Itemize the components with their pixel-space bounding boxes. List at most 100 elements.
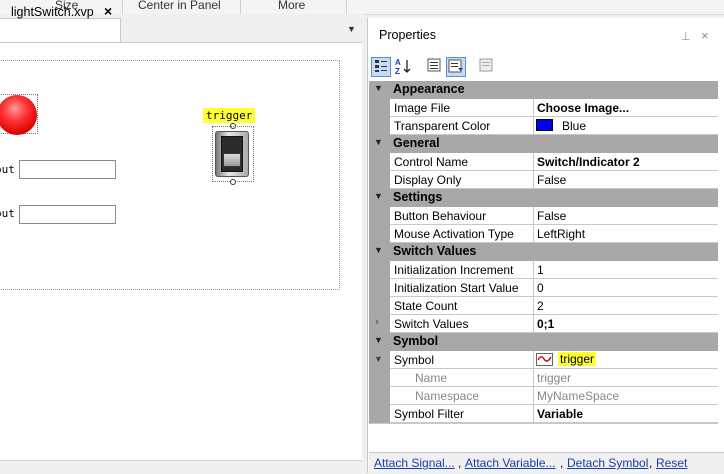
property-row-symbol-namespace[interactable]: Namespace MyNameSpace xyxy=(369,387,718,405)
document-bottom-bar xyxy=(0,460,362,474)
property-value[interactable]: LeftRight xyxy=(534,225,718,243)
link-separator: , xyxy=(560,456,564,470)
row-gutter xyxy=(369,369,390,387)
category-appearance[interactable]: ▼ Appearance xyxy=(369,81,718,99)
property-row-button-behaviour[interactable]: Button Behaviour False xyxy=(369,207,718,225)
property-row-initialization-increment[interactable]: Initialization Increment 1 xyxy=(369,261,718,279)
categorized-icon[interactable] xyxy=(371,57,391,77)
row-gutter xyxy=(369,261,390,279)
row-gutter xyxy=(369,297,390,315)
property-row-transparent-color[interactable]: Transparent Color Blue xyxy=(369,117,718,135)
reset-link[interactable]: Reset xyxy=(656,456,687,470)
property-value[interactable]: False xyxy=(534,171,718,189)
property-value[interactable]: MyNameSpace xyxy=(534,387,718,405)
category-switch-values[interactable]: ▼ Switch Values xyxy=(369,243,718,261)
row-gutter xyxy=(369,387,390,405)
row-gutter xyxy=(369,171,390,189)
property-value[interactable]: trigger xyxy=(534,351,718,369)
row-gutter: › xyxy=(369,315,390,333)
detach-symbol-link[interactable]: Detach Symbol xyxy=(567,456,648,470)
property-name: Initialization Increment xyxy=(390,261,534,279)
collapse-icon[interactable]: ▼ xyxy=(374,335,383,345)
svg-text:Z: Z xyxy=(395,67,400,75)
description-area xyxy=(369,423,718,448)
collapse-icon[interactable]: ▼ xyxy=(374,191,383,201)
document-tab[interactable] xyxy=(0,18,121,42)
collapse-icon[interactable]: ▼ xyxy=(374,83,383,93)
alphabetical-icon[interactable]: AZ xyxy=(393,57,413,77)
property-row-symbol-filter[interactable]: Symbol Filter Variable xyxy=(369,405,718,423)
property-row-switch-values[interactable]: › Switch Values 0;1 xyxy=(369,315,718,333)
row-gutter xyxy=(369,225,390,243)
row-gutter xyxy=(369,153,390,171)
link-separator: , xyxy=(649,456,653,470)
property-value[interactable]: Variable xyxy=(534,405,718,423)
collapse-icon[interactable]: ▼ xyxy=(374,354,383,364)
red-led-icon xyxy=(0,95,37,135)
row-gutter xyxy=(369,405,390,423)
property-value[interactable]: 0 xyxy=(534,279,718,297)
property-value[interactable]: Switch/Indicator 2 xyxy=(534,153,718,171)
switch-toggle xyxy=(223,153,241,167)
property-row-symbol[interactable]: ▼ Symbol trigger xyxy=(369,351,718,369)
document-tab-label[interactable]: lightSwitch.xvp xyxy=(11,5,94,19)
collapse-icon[interactable]: ▼ xyxy=(374,137,383,147)
property-row-symbol-name[interactable]: Name trigger xyxy=(369,369,718,387)
property-pages-icon[interactable] xyxy=(476,57,496,77)
tab-list-dropdown-icon[interactable]: ▼ xyxy=(347,24,356,34)
symbol-tag: trigger xyxy=(203,108,256,123)
indicator-led[interactable] xyxy=(0,94,38,135)
tab-close-icon[interactable]: × xyxy=(104,4,112,18)
property-name: Symbol Filter xyxy=(390,405,534,423)
attach-signal-link[interactable]: Attach Signal... xyxy=(374,456,455,470)
command-links-bar: Attach Signal... , Attach Variable... , … xyxy=(369,452,724,474)
property-value[interactable]: 0;1 xyxy=(534,315,718,333)
svg-text:A: A xyxy=(395,58,401,67)
row-gutter xyxy=(369,117,390,135)
row-gutter: ▼ xyxy=(369,351,390,369)
category-general[interactable]: ▼ General xyxy=(369,135,718,153)
property-row-display-only[interactable]: Display Only False xyxy=(369,171,718,189)
property-name: Initialization Start Value xyxy=(390,279,534,297)
expand-icon[interactable]: › xyxy=(375,316,379,328)
collapse-icon[interactable]: ▼ xyxy=(374,245,383,255)
property-value[interactable]: False xyxy=(534,207,718,225)
ribbon-more-label[interactable]: More xyxy=(278,0,305,12)
category-label: Appearance xyxy=(393,82,465,96)
row-gutter xyxy=(369,99,390,117)
close-icon[interactable]: × xyxy=(701,28,709,43)
ribbon-separator xyxy=(122,0,123,14)
output-field[interactable] xyxy=(19,205,116,224)
ribbon-separator xyxy=(240,0,241,14)
output-label: out xyxy=(0,163,15,176)
events-icon[interactable] xyxy=(446,57,466,77)
property-row-image-file[interactable]: Image File Choose Image... xyxy=(369,99,718,117)
property-value[interactable]: 1 xyxy=(534,261,718,279)
scrollbar[interactable] xyxy=(719,54,724,414)
property-row-initialization-start-value[interactable]: Initialization Start Value 0 xyxy=(369,279,718,297)
property-name: Symbol xyxy=(390,351,534,369)
property-value[interactable]: 2 xyxy=(534,297,718,315)
link-separator: , xyxy=(458,456,462,470)
property-name: Image File xyxy=(390,99,534,117)
property-value[interactable]: Blue xyxy=(534,117,718,135)
property-name: Switch Values xyxy=(390,315,534,333)
row-gutter xyxy=(369,279,390,297)
output-label: out xyxy=(0,207,15,220)
property-value[interactable]: trigger xyxy=(534,369,718,387)
symbol-icon xyxy=(536,353,553,366)
pin-icon[interactable]: ⊥ xyxy=(681,30,691,43)
ribbon-center-in-panel-label[interactable]: Center in Panel xyxy=(138,0,221,12)
properties-icon[interactable] xyxy=(424,57,444,77)
property-value[interactable]: Choose Image... xyxy=(534,99,718,117)
resize-handle[interactable] xyxy=(230,179,236,185)
output-field[interactable] xyxy=(19,160,116,179)
property-row-control-name[interactable]: Control Name Switch/Indicator 2 xyxy=(369,153,718,171)
properties-title: Properties xyxy=(379,28,436,42)
property-row-mouse-activation-type[interactable]: Mouse Activation Type LeftRight xyxy=(369,225,718,243)
property-row-state-count[interactable]: State Count 2 xyxy=(369,297,718,315)
attach-variable-link[interactable]: Attach Variable... xyxy=(465,456,556,470)
category-settings[interactable]: ▼ Settings xyxy=(369,189,718,207)
category-symbol[interactable]: ▼ Symbol xyxy=(369,333,718,351)
property-name: State Count xyxy=(390,297,534,315)
